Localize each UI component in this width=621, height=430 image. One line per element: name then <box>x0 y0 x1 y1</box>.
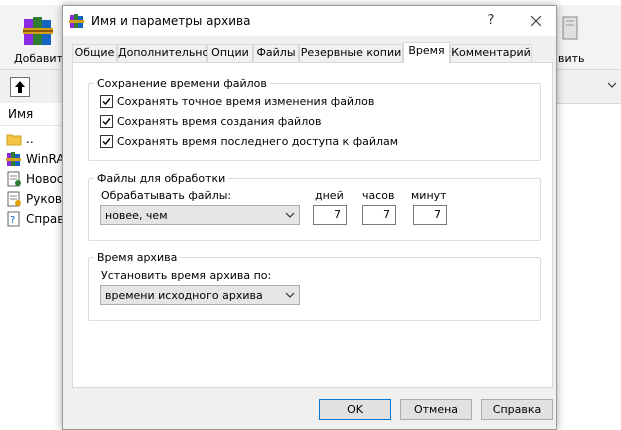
checkbox-label: Сохранять точное время изменения файлов <box>117 95 375 108</box>
dialog-title: Имя и параметры архива <box>91 14 251 28</box>
hours-label: часов <box>362 189 395 202</box>
extract-tool-label: вить <box>558 52 585 65</box>
set-archive-time-value: времени исходного архива <box>105 289 263 302</box>
tab-advanced[interactable]: Дополнительно <box>117 44 209 62</box>
files-to-process-legend: Файлы для обработки <box>97 172 226 185</box>
minutes-input[interactable]: 7 <box>413 205 447 225</box>
winrar-books-icon <box>23 17 53 45</box>
checkmark-icon <box>102 138 111 146</box>
help-button[interactable]: Справка <box>481 399 553 420</box>
chevron-down-icon <box>285 292 295 298</box>
set-archive-time-dropdown[interactable]: времени исходного архива <box>100 285 300 305</box>
add-tool-button[interactable]: Добавить <box>8 5 69 69</box>
checkbox-label: Сохранять время создания файлов <box>117 115 322 128</box>
days-label: дней <box>315 189 344 202</box>
minutes-label: минут <box>411 189 447 202</box>
tab-files[interactable]: Файлы <box>253 44 299 62</box>
tab-options[interactable]: Опции <box>207 44 253 62</box>
close-button[interactable] <box>518 10 554 32</box>
tab-comment[interactable]: Комментарий <box>450 44 532 62</box>
hours-input[interactable]: 7 <box>362 205 396 225</box>
checkbox-label: Сохранять время последнего доступа к фай… <box>117 135 399 148</box>
chevron-down-icon <box>285 212 295 218</box>
help-file-icon: ? <box>7 211 20 227</box>
archive-time-legend: Время архива <box>97 251 178 264</box>
help-icon-button[interactable]: ? <box>473 10 509 32</box>
archive-name-parameters-dialog: Имя и параметры архива ? Общие Дополните… <box>62 5 557 430</box>
ok-button[interactable]: OK <box>319 399 391 420</box>
checkbox-box[interactable] <box>100 135 113 148</box>
winrar-archive-icon <box>6 152 21 166</box>
arrow-up-icon <box>15 81 25 93</box>
tab-general[interactable]: Общие <box>72 44 117 62</box>
chevron-down-icon[interactable] <box>607 80 617 90</box>
folder-icon <box>6 134 22 146</box>
up-folder-button[interactable] <box>10 77 30 97</box>
extract-tool-button[interactable]: вить <box>555 5 621 69</box>
time-tab-panel: Сохранение времени файлов Сохранять точн… <box>72 62 553 388</box>
extract-icon <box>562 16 578 40</box>
close-icon <box>531 16 541 26</box>
checkbox-box[interactable] <box>100 115 113 128</box>
tab-strip: Общие Дополнительно Опции Файлы Резервны… <box>72 42 552 63</box>
tab-time[interactable]: Время <box>403 42 450 63</box>
cancel-button[interactable]: Отмена <box>400 399 472 420</box>
winrar-books-icon <box>69 14 84 28</box>
dialog-titlebar[interactable]: Имя и параметры архива ? <box>63 6 556 36</box>
process-files-value: новее, чем <box>105 209 168 222</box>
file-name: .. <box>26 132 34 146</box>
column-header-label: Имя <box>8 107 34 121</box>
checkmark-icon <box>102 98 111 106</box>
process-files-dropdown[interactable]: новее, чем <box>100 205 300 225</box>
text-file-icon <box>7 191 21 207</box>
days-input[interactable]: 7 <box>313 205 347 225</box>
checkbox-box[interactable] <box>100 95 113 108</box>
checkmark-icon <box>102 118 111 126</box>
file-time-group-legend: Сохранение времени файлов <box>97 77 267 90</box>
process-files-label: Обрабатывать файлы: <box>101 189 232 202</box>
svg-text:?: ? <box>10 215 15 226</box>
text-file-icon <box>7 171 21 187</box>
set-archive-time-label: Установить время архива по: <box>101 269 272 282</box>
tab-backup[interactable]: Резервные копии <box>299 44 403 62</box>
